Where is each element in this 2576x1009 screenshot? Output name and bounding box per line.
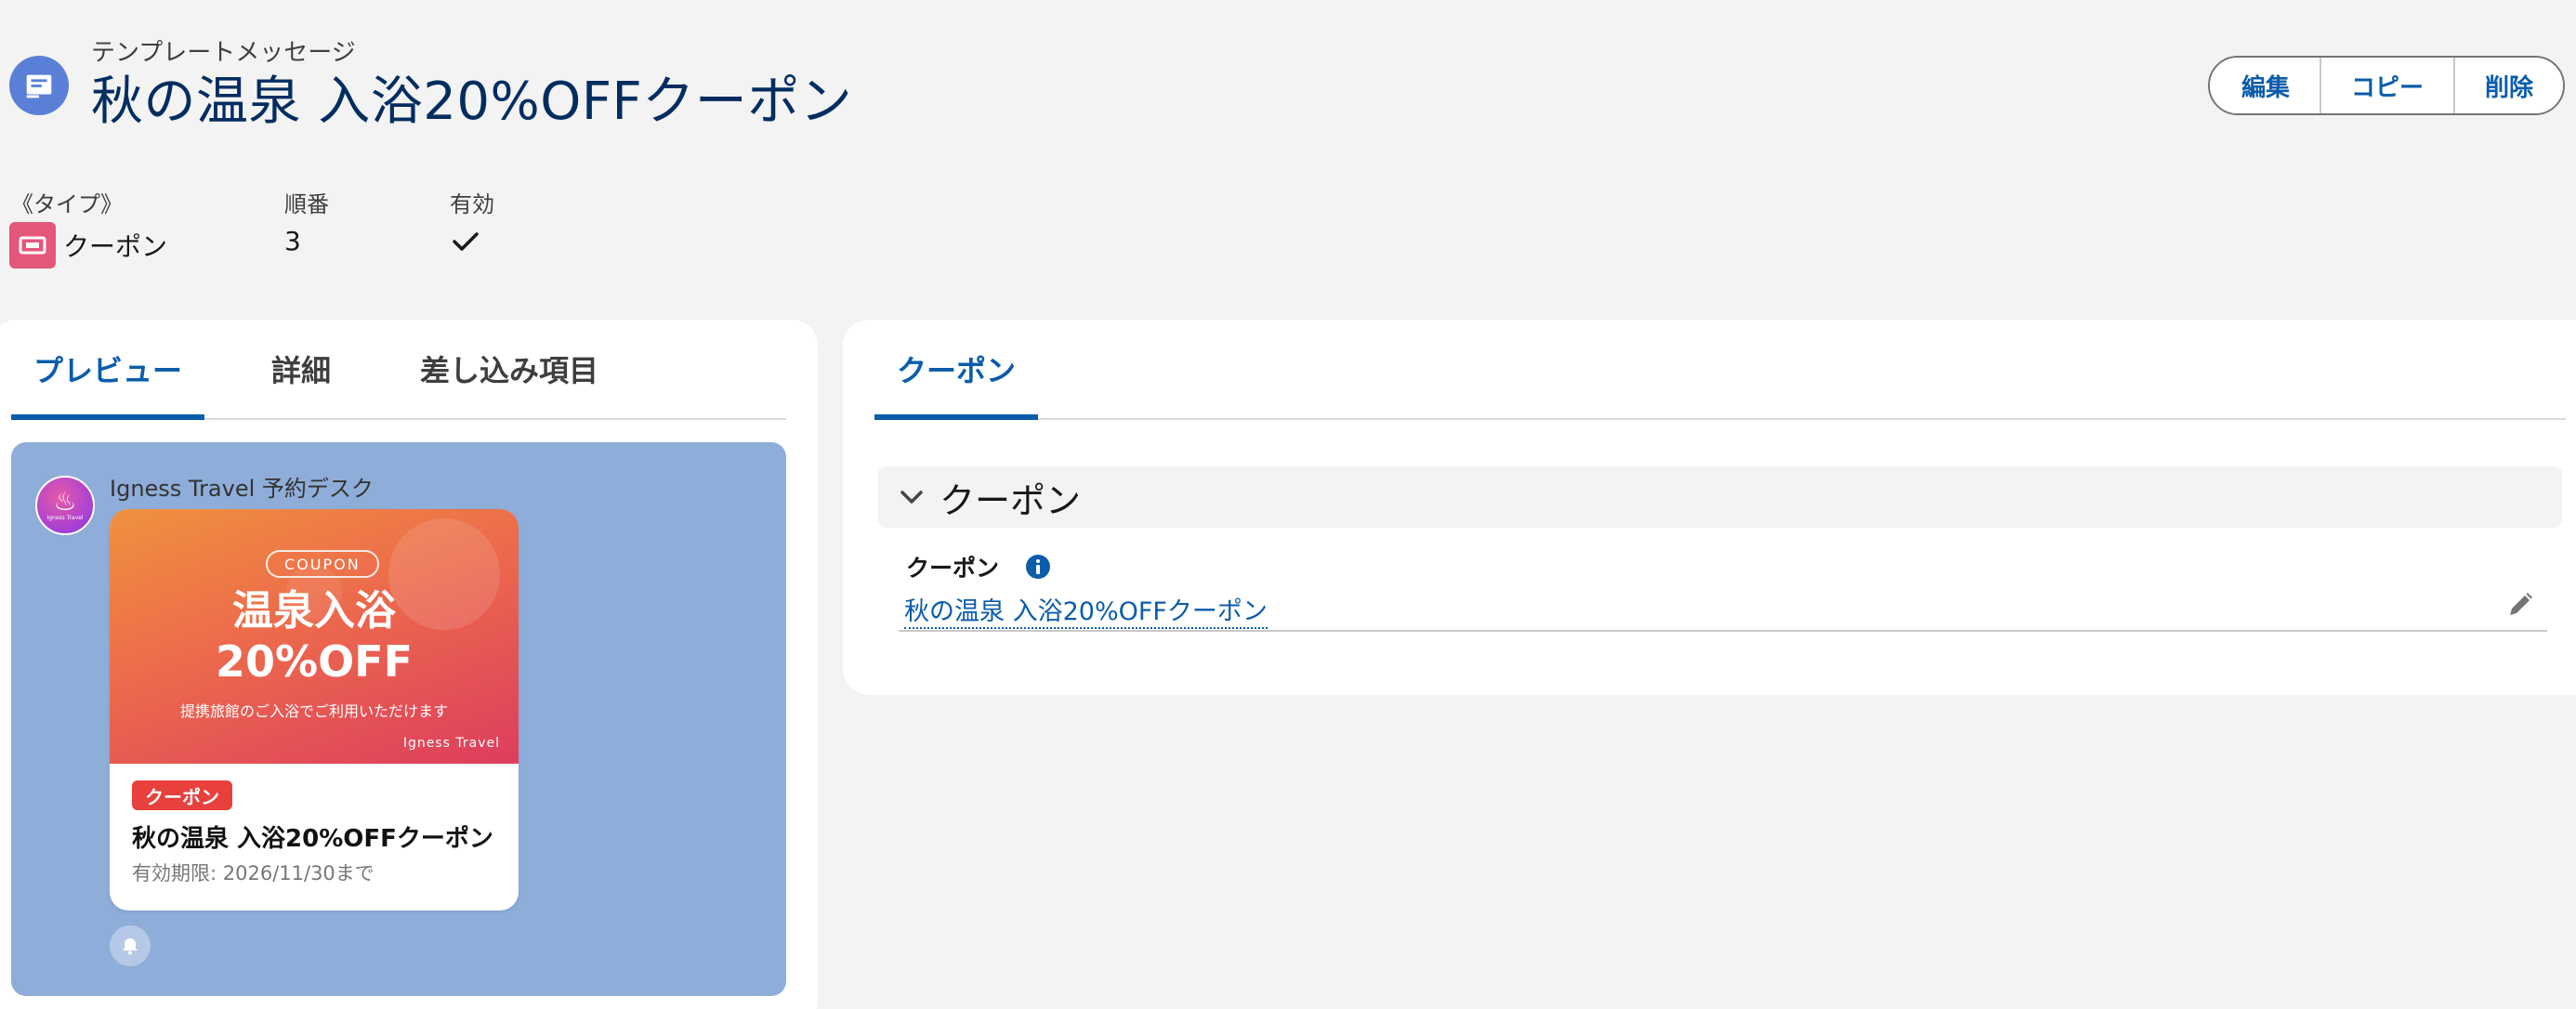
bell-icon[interactable] bbox=[110, 925, 151, 966]
tab-merge-fields[interactable]: 差し込み項目 bbox=[398, 320, 621, 418]
template-icon bbox=[9, 56, 69, 115]
coupon-detail-card: クーポン クーポン クーポン 秋の温泉 入浴20%OFFクーポン bbox=[843, 320, 2576, 695]
order-value: 3 bbox=[284, 226, 301, 256]
info-icon[interactable] bbox=[1025, 554, 1051, 580]
coupon-section-header[interactable]: クーポン bbox=[878, 466, 2562, 528]
coupon-pill-label: COUPON bbox=[266, 550, 379, 578]
coupon-title: 秋の温泉 入浴20%OFFクーポン bbox=[132, 825, 493, 853]
active-label: 有効 bbox=[450, 191, 494, 217]
type-label: 《タイプ》 bbox=[11, 191, 123, 217]
coupon-field-label-row: クーポン bbox=[906, 550, 1051, 583]
copy-button[interactable]: コピー bbox=[2319, 58, 2453, 113]
tab-preview[interactable]: プレビュー bbox=[11, 320, 205, 420]
onsen-avatar-icon: ♨ Igness Travel bbox=[35, 476, 95, 535]
coupon-field-label: クーポン bbox=[906, 555, 1000, 582]
banner-subtext: 提携旅館のご入浴でご利用いただけます bbox=[179, 702, 448, 720]
tab-details[interactable]: 詳細 bbox=[249, 320, 353, 418]
right-tab-bar: クーポン bbox=[874, 320, 2566, 420]
highlight-active: 有効 bbox=[450, 186, 494, 257]
banner-discount: 20%OFF bbox=[215, 636, 414, 687]
chevron-down-icon bbox=[900, 491, 923, 504]
pencil-icon[interactable] bbox=[2504, 589, 2536, 621]
page-title: 秋の温泉 入浴20%OFFクーポン bbox=[91, 72, 853, 132]
tab-coupon[interactable]: クーポン bbox=[874, 320, 1039, 420]
sender-name: Igness Travel 予約デスク bbox=[110, 476, 374, 502]
edit-button[interactable]: 編集 bbox=[2209, 58, 2320, 113]
order-label: 順番 bbox=[284, 191, 329, 217]
coupon-record-link[interactable]: 秋の温泉 入浴20%OFFクーポン bbox=[904, 591, 1268, 629]
message-preview-area: ♨ Igness Travel Igness Travel 予約デスク COUP… bbox=[11, 442, 786, 996]
coupon-banner-image: COUPON 温泉入浴 20%OFF 提携旅館のご入浴でご利用いただけます Ig… bbox=[110, 509, 519, 764]
coupon-tag-badge: クーポン bbox=[132, 780, 232, 810]
banner-brand: Igness Travel bbox=[402, 736, 500, 751]
banner-headline: 温泉入浴 bbox=[232, 587, 396, 635]
delete-button[interactable]: 削除 bbox=[2452, 58, 2563, 113]
page-header: テンプレートメッセージ 秋の温泉 入浴20%OFFクーポン 編集 コピー 削除 bbox=[0, 0, 2576, 149]
coupon-message-card[interactable]: COUPON 温泉入浴 20%OFF 提携旅館のご入浴でご利用いただけます Ig… bbox=[110, 509, 519, 911]
highlights-panel: 《タイプ》 クーポン 順番 3 有効 bbox=[0, 186, 743, 279]
coupon-expiry: 有効期限: 2026/11/30まで bbox=[132, 862, 375, 885]
type-value: クーポン bbox=[63, 231, 168, 262]
section-title: クーポン bbox=[940, 479, 1082, 521]
left-tab-bar: プレビュー 詳細 差し込み項目 bbox=[11, 320, 786, 420]
highlight-type: 《タイプ》 クーポン bbox=[9, 186, 168, 269]
highlight-order: 順番 3 bbox=[284, 186, 329, 256]
header-button-group: 編集 コピー 削除 bbox=[2207, 56, 2565, 115]
preview-card: プレビュー 詳細 差し込み項目 ♨ Igness Travel Igness T… bbox=[0, 320, 818, 1009]
field-divider bbox=[899, 630, 2547, 632]
coupon-type-icon bbox=[9, 222, 56, 269]
checkmark-icon bbox=[453, 232, 479, 251]
